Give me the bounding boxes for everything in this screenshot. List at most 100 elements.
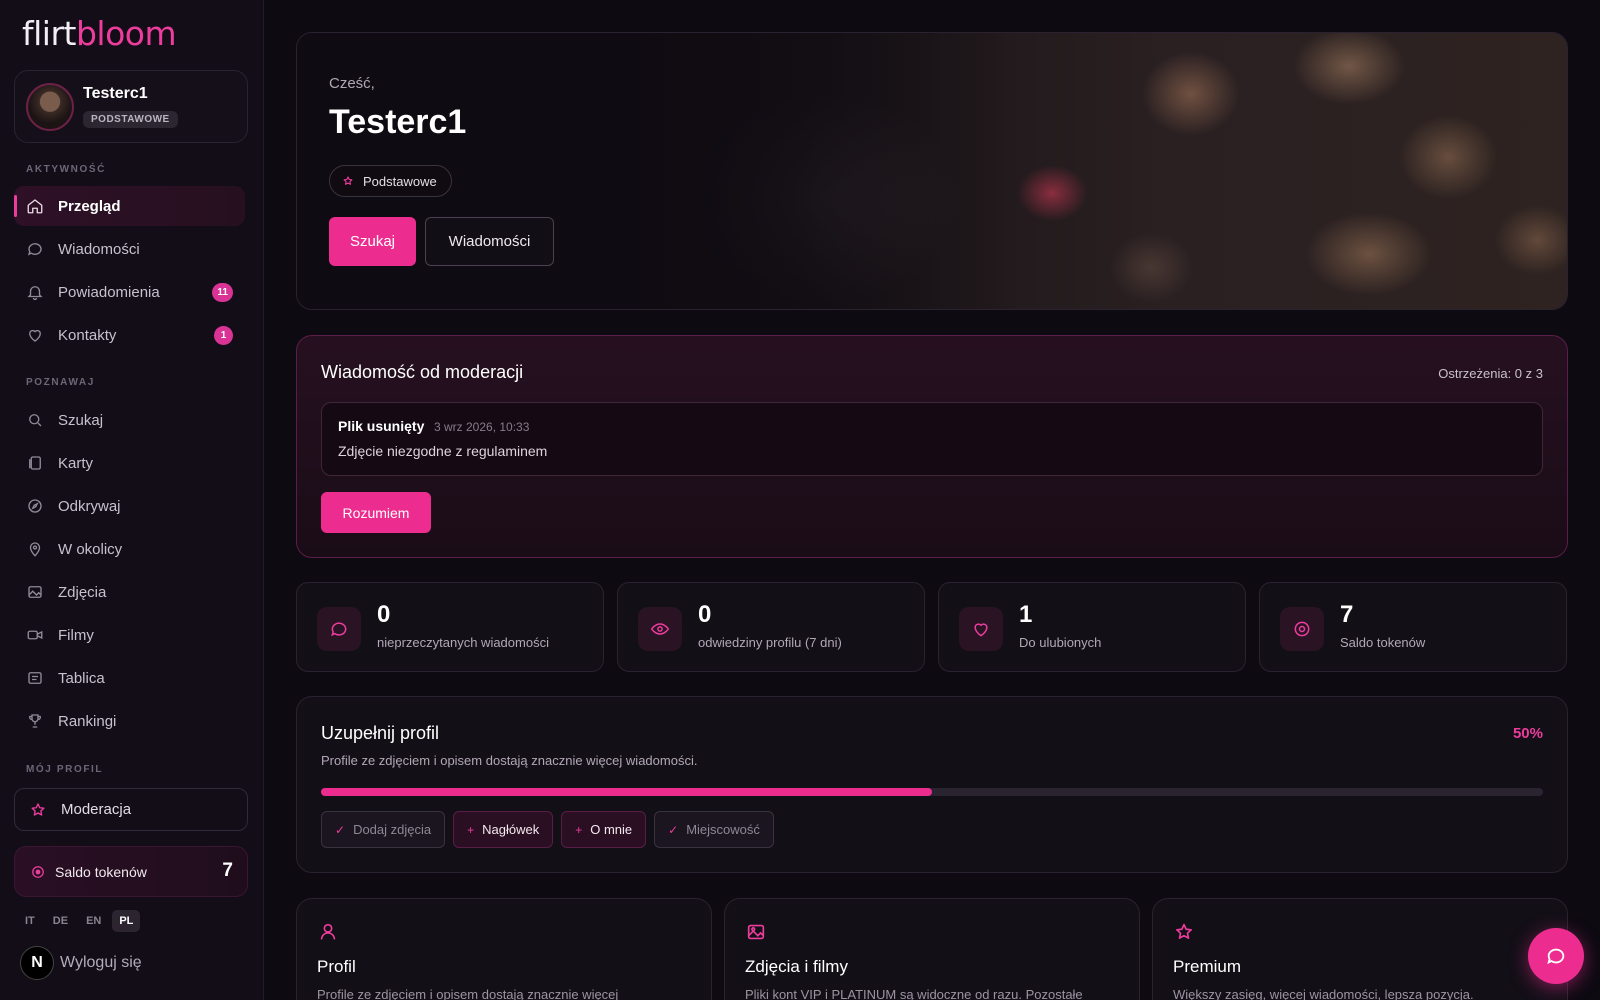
image-icon xyxy=(745,921,767,943)
plus-icon: + xyxy=(575,822,583,837)
chip-label: Dodaj zdjęcia xyxy=(353,822,432,837)
plan-badge: PODSTAWOWE xyxy=(83,111,178,128)
avatar[interactable] xyxy=(26,83,74,131)
greeting-text: Cześć, xyxy=(329,75,375,92)
sidebar-item-label: Kontakty xyxy=(58,326,117,344)
logo-text-part2: bloom xyxy=(75,14,177,53)
sidebar-item-search[interactable]: Szukaj xyxy=(14,400,245,440)
lang-it[interactable]: IT xyxy=(18,910,42,932)
token-balance[interactable]: Saldo tokenów 7 xyxy=(14,846,248,897)
completion-progress-fill xyxy=(321,788,932,796)
sidebar-item-label: Rankingi xyxy=(58,712,117,730)
board-icon xyxy=(26,669,44,687)
chip-headline[interactable]: + Nagłówek xyxy=(453,811,554,848)
chip-add-photos[interactable]: ✓ Dodaj zdjęcia xyxy=(321,811,446,848)
sidebar-item-nearby[interactable]: W okolicy xyxy=(14,529,245,569)
feature-title: Profil xyxy=(317,957,356,976)
sidebar-item-contacts[interactable]: Kontakty 1 xyxy=(14,315,245,355)
chip-city[interactable]: ✓ Miejscowość xyxy=(654,811,774,848)
logout-label: Wyloguj się xyxy=(60,954,142,971)
sidebar-item-label: Powiadomienia xyxy=(58,283,160,301)
feature-description: Pliki kont VIP i PLATINUM są widoczne od… xyxy=(745,987,1083,1000)
compass-icon xyxy=(26,497,44,515)
sidebar-item-moderation[interactable]: Moderacja xyxy=(14,788,248,831)
moderation-message: Plik usunięty 3 wrz 2026, 10:33 Zdjęcie … xyxy=(321,402,1543,476)
chat-bubble-icon xyxy=(317,607,361,651)
stat-card-favorites[interactable]: 1 Do ulubionych xyxy=(938,582,1246,672)
lang-pl[interactable]: PL xyxy=(112,910,141,932)
sidebar-item-label: W okolicy xyxy=(58,540,123,558)
stat-value: 0 xyxy=(698,601,712,628)
section-label-my-profile: MÓJ PROFIL xyxy=(26,764,104,775)
completion-progress-bar xyxy=(321,788,1543,796)
sidebar-item-board[interactable]: Tablica xyxy=(14,658,245,698)
n-logo-icon: N xyxy=(20,946,54,980)
map-pin-icon xyxy=(26,540,44,558)
chat-launcher-button[interactable] xyxy=(1528,928,1584,984)
search-icon xyxy=(26,411,44,429)
user-icon xyxy=(317,921,339,943)
stat-label: nieprzeczytanych wiadomości xyxy=(377,635,549,650)
sidebar-item-videos[interactable]: Filmy xyxy=(14,615,245,655)
sidebar-item-label: Przegląd xyxy=(58,197,121,215)
sidebar: flirtbloom Testerc1 PODSTAWOWE AKTYWNOŚĆ… xyxy=(0,0,264,1000)
sidebar-item-overview[interactable]: Przegląd xyxy=(14,186,245,226)
profile-completion: Uzupełnij profil 50% Profile ze zdjęciem… xyxy=(296,696,1568,873)
bell-icon xyxy=(26,283,44,301)
trophy-icon xyxy=(26,712,44,730)
sidebar-item-label: Tablica xyxy=(58,669,105,687)
message-date: 3 wrz 2026, 10:33 xyxy=(434,420,530,434)
chip-about-me[interactable]: + O mnie xyxy=(561,811,647,848)
coin-icon xyxy=(31,865,45,879)
notification-count-badge: 11 xyxy=(212,283,233,302)
coin-icon xyxy=(1280,607,1324,651)
section-label-activity: AKTYWNOŚĆ xyxy=(26,164,106,175)
sidebar-item-discover[interactable]: Odkrywaj xyxy=(14,486,245,526)
language-switcher: IT DE EN PL xyxy=(18,910,141,932)
stat-label: Do ulubionych xyxy=(1019,635,1102,650)
lang-de[interactable]: DE xyxy=(46,910,75,932)
star-icon xyxy=(1173,921,1195,943)
sidebar-item-notifications[interactable]: Powiadomienia 11 xyxy=(14,272,245,312)
stat-card-visits[interactable]: 0 odwiedziny profilu (7 dni) xyxy=(617,582,925,672)
user-card[interactable]: Testerc1 PODSTAWOWE xyxy=(14,70,248,143)
stat-value: 7 xyxy=(1340,601,1354,628)
star-icon xyxy=(342,175,354,187)
user-name: Testerc1 xyxy=(83,85,148,102)
chat-bubble-icon xyxy=(1545,945,1567,967)
sidebar-item-label: Moderacja xyxy=(61,801,132,818)
acknowledge-button[interactable]: Rozumiem xyxy=(321,492,431,533)
stat-card-unread[interactable]: 0 nieprzeczytanych wiadomości xyxy=(296,582,604,672)
heart-icon xyxy=(959,607,1003,651)
completion-subtitle: Profile ze zdjęciem i opisem dostają zna… xyxy=(321,753,698,768)
stat-value: 0 xyxy=(377,601,391,628)
sidebar-item-messages[interactable]: Wiadomości xyxy=(14,229,245,269)
feature-title: Zdjęcia i filmy xyxy=(745,957,848,976)
feature-description: Większy zasięg, więcej wiadomości, lepsz… xyxy=(1173,987,1474,1000)
messages-button[interactable]: Wiadomości xyxy=(425,217,554,266)
feature-title: Premium xyxy=(1173,957,1242,976)
plan-chip-label: Podstawowe xyxy=(363,173,437,189)
sidebar-item-photos[interactable]: Zdjęcia xyxy=(14,572,245,612)
feature-card-media[interactable]: Zdjęcia i filmy Pliki kont VIP i PLATINU… xyxy=(724,898,1140,1000)
search-button[interactable]: Szukaj xyxy=(329,217,416,266)
check-icon: ✓ xyxy=(335,822,346,837)
eye-icon xyxy=(638,607,682,651)
app-logo[interactable]: flirtbloom xyxy=(22,14,177,53)
lang-en[interactable]: EN xyxy=(79,910,108,932)
logo-text-part1: flirt xyxy=(22,14,76,53)
completion-percent: 50% xyxy=(1512,725,1543,742)
image-icon xyxy=(26,583,44,601)
moderation-notice: Wiadomość od moderacji Ostrzeżenia: 0 z … xyxy=(296,335,1568,558)
stat-label: odwiedziny profilu (7 dni) xyxy=(698,635,842,650)
feature-card-profile[interactable]: Profil Profile ze zdjęciem i opisem dost… xyxy=(296,898,712,1000)
chip-label: Miejscowość xyxy=(686,822,760,837)
sidebar-item-cards[interactable]: Karty xyxy=(14,443,245,483)
sidebar-item-label: Filmy xyxy=(58,626,94,644)
feature-card-premium[interactable]: Premium Większy zasięg, więcej wiadomośc… xyxy=(1152,898,1568,1000)
stat-card-tokens[interactable]: 7 Saldo tokenów xyxy=(1259,582,1567,672)
logout-button[interactable]: N Wyloguj się xyxy=(20,946,142,980)
hero-user-name: Testerc1 xyxy=(329,103,467,141)
token-balance-label: Saldo tokenów xyxy=(55,863,147,880)
sidebar-item-rankings[interactable]: Rankingi xyxy=(14,701,245,741)
